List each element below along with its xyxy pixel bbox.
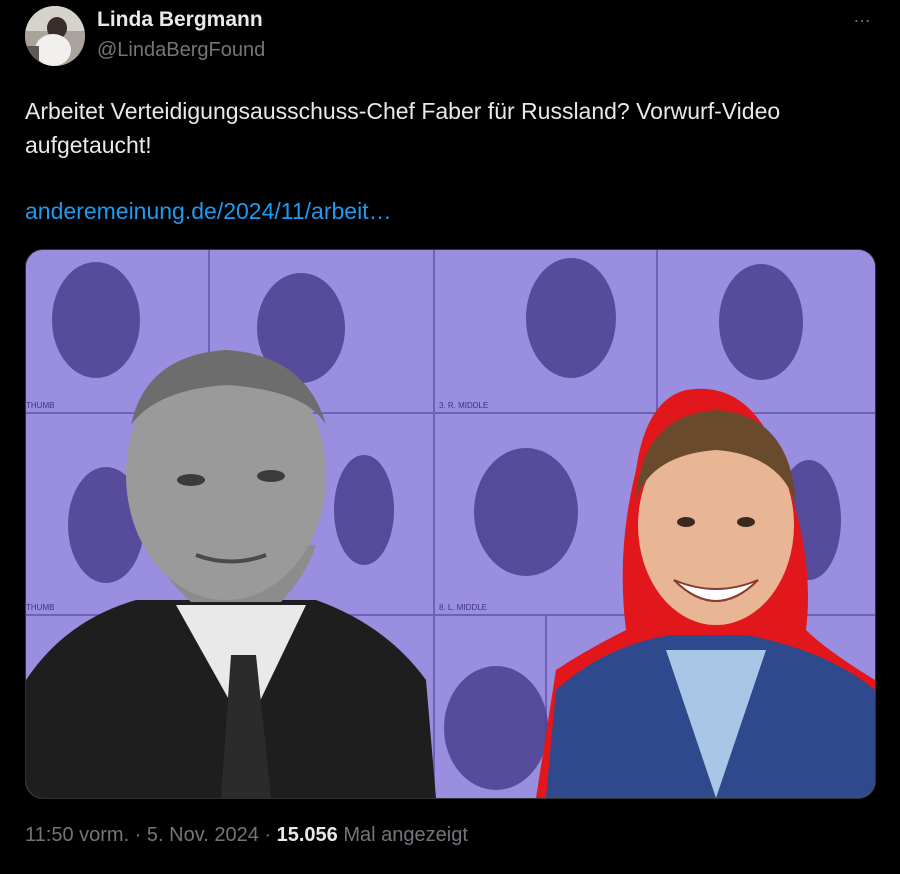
tweet-image[interactable]: THUMB 3. R. MIDDLE THUMB 8. L. MIDDLE: [25, 249, 876, 799]
label-thumb-bottom: THUMB: [26, 603, 54, 612]
tweet: Linda Bergmann @LindaBergFound … Arbeite…: [0, 0, 900, 874]
fingerprint-collage-image: THUMB 3. R. MIDDLE THUMB 8. L. MIDDLE: [26, 250, 875, 798]
tweet-meta: 11:50 vorm. · 5. Nov. 2024 · 15.056 Mal …: [25, 824, 468, 847]
tweet-date[interactable]: 5. Nov. 2024: [147, 824, 259, 846]
author-handle[interactable]: @LindaBergFound: [97, 39, 265, 62]
view-count-label: Mal angezeigt: [337, 824, 468, 846]
separator: ·: [258, 824, 277, 846]
author-name[interactable]: Linda Bergmann: [97, 8, 263, 32]
separator: ·: [129, 824, 147, 846]
label-l-middle: 8. L. MIDDLE: [439, 603, 487, 612]
label-thumb-top: THUMB: [26, 401, 54, 410]
label-r-middle: 3. R. MIDDLE: [439, 401, 488, 410]
more-options-icon[interactable]: …: [853, 6, 872, 27]
tweet-link[interactable]: anderemeinung.de/2024/11/arbeit…: [25, 198, 392, 225]
tweet-text: Arbeitet Verteidigungsausschuss-Chef Fab…: [25, 98, 781, 158]
avatar-photo-icon: [25, 6, 85, 66]
tweet-time[interactable]: 11:50 vorm.: [25, 824, 129, 846]
author-avatar[interactable]: [25, 6, 85, 66]
view-count: 15.056: [276, 824, 338, 846]
